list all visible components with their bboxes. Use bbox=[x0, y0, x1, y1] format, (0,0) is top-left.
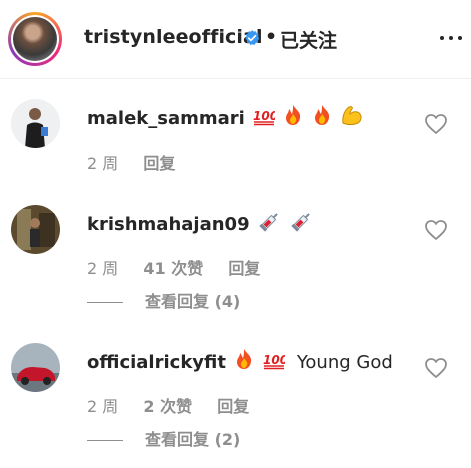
fire-icon bbox=[283, 104, 303, 131]
syringe-icon bbox=[258, 210, 282, 237]
like-heart-icon[interactable] bbox=[424, 357, 448, 379]
comment-meta: 2 周 回复 bbox=[87, 150, 175, 174]
hundred-points-icon: 100 bbox=[263, 350, 288, 375]
header-username[interactable]: tristynleeofficial bbox=[84, 26, 263, 48]
fire-icon bbox=[312, 104, 332, 131]
comment-time: 2 周 bbox=[87, 397, 119, 416]
comment-username[interactable]: officialrickyfit 100 Young God bbox=[87, 348, 393, 375]
post-header: tristynleeofficial • 已关注 bbox=[0, 0, 471, 79]
comment-meta: 2 周 41 次赞 回复 bbox=[87, 255, 260, 279]
hundred-points-icon: 100 bbox=[253, 106, 278, 131]
reply-button[interactable]: 回复 bbox=[228, 259, 260, 278]
reply-button[interactable]: 回复 bbox=[143, 154, 175, 173]
comment-text: Young God bbox=[296, 352, 393, 373]
fire-icon bbox=[234, 348, 254, 375]
avatar[interactable] bbox=[11, 99, 60, 148]
more-options-icon[interactable] bbox=[438, 26, 464, 50]
svg-text:100: 100 bbox=[253, 109, 275, 123]
like-heart-icon[interactable] bbox=[424, 219, 448, 241]
header-separator: • bbox=[265, 26, 278, 48]
verified-badge-icon bbox=[245, 30, 260, 45]
flexed-biceps-icon bbox=[340, 104, 364, 131]
avatar[interactable] bbox=[8, 12, 62, 66]
likes-count[interactable]: 41 次赞 bbox=[143, 259, 203, 278]
divider-line bbox=[87, 440, 123, 441]
divider-line bbox=[87, 302, 123, 303]
comment-username[interactable]: malek_sammari 100 bbox=[87, 104, 364, 131]
comment-username[interactable]: krishmahajan09 bbox=[87, 210, 314, 237]
view-replies-button[interactable]: 查看回复 (2) bbox=[87, 426, 240, 450]
follow-status-button[interactable]: 已关注 bbox=[280, 26, 337, 53]
reply-button[interactable]: 回复 bbox=[217, 397, 249, 416]
avatar[interactable] bbox=[11, 205, 60, 254]
like-heart-icon[interactable] bbox=[424, 113, 448, 135]
comment-time: 2 周 bbox=[87, 259, 119, 278]
comment-meta: 2 周 2 次赞 回复 bbox=[87, 393, 249, 417]
comment-time: 2 周 bbox=[87, 154, 119, 173]
syringe-icon bbox=[290, 210, 314, 237]
likes-count[interactable]: 2 次赞 bbox=[143, 397, 192, 416]
avatar[interactable] bbox=[11, 343, 60, 392]
svg-text:100: 100 bbox=[263, 353, 285, 367]
view-replies-button[interactable]: 查看回复 (4) bbox=[87, 288, 240, 312]
comments-panel: tristynleeofficial • 已关注 malek_sammari 1… bbox=[0, 0, 471, 468]
